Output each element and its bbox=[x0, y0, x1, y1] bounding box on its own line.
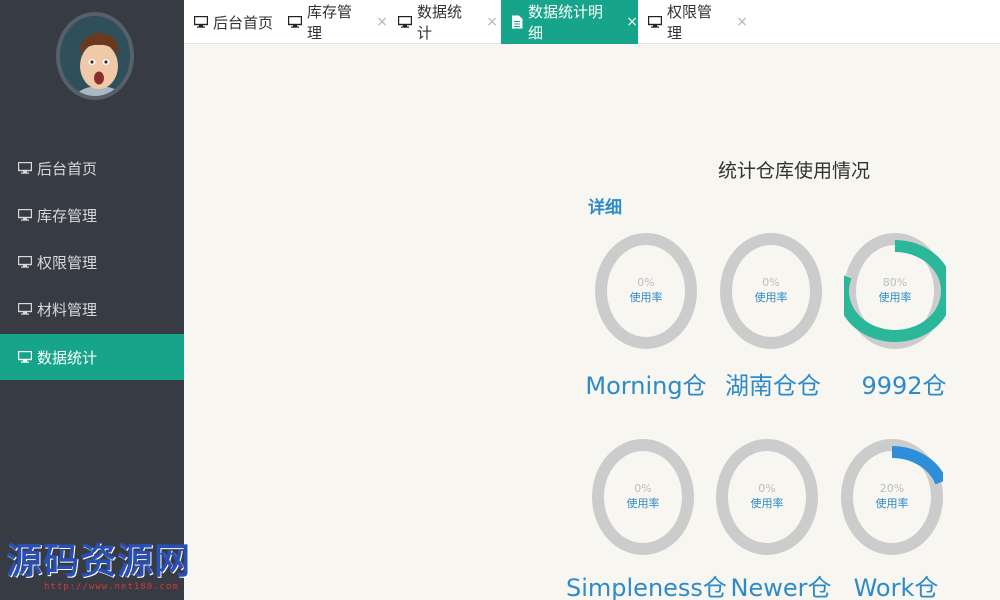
usage-label: 使用率 bbox=[878, 291, 912, 304]
usage-percent: 80% bbox=[882, 276, 908, 289]
tab-label: 数据统计 bbox=[417, 3, 463, 42]
sidebar-item-materials[interactable]: 材料管理 bbox=[0, 286, 184, 332]
tab-inventory[interactable]: 库存管理 × bbox=[278, 0, 388, 44]
close-icon[interactable]: × bbox=[626, 14, 638, 30]
page-title: 统计仓库使用情况 bbox=[718, 160, 871, 182]
warehouse-name: 9992仓 bbox=[861, 372, 947, 400]
usage-label: 使用率 bbox=[626, 497, 660, 510]
sidebar-item-label: 数据统计 bbox=[37, 348, 98, 367]
sidebar-item-label: 库存管理 bbox=[37, 206, 98, 225]
gauge-hunan: 0% 使用率 bbox=[720, 232, 822, 350]
watermark-url: http://www.net188.com bbox=[44, 582, 179, 592]
monitor-icon bbox=[648, 16, 662, 28]
warehouse-name: Newer仓 bbox=[730, 574, 832, 600]
sidebar-item-label: 后台首页 bbox=[37, 159, 98, 178]
avatar[interactable] bbox=[56, 12, 134, 100]
detail-link[interactable]: 详细 bbox=[588, 193, 622, 218]
document-icon bbox=[511, 15, 523, 29]
close-icon[interactable]: × bbox=[486, 14, 498, 30]
tab-label: 数据统计明细 bbox=[528, 3, 604, 42]
tab-permissions[interactable]: 权限管理 × bbox=[638, 0, 748, 44]
warehouse-name: 湖南仓仓 bbox=[725, 372, 821, 400]
monitor-icon bbox=[18, 351, 32, 363]
sidebar-item-inventory[interactable]: 库存管理 bbox=[0, 192, 184, 238]
sidebar-item-label: 权限管理 bbox=[37, 253, 98, 272]
tab-label: 后台首页 bbox=[213, 13, 274, 32]
sidebar-item-statistics[interactable]: 数据统计 bbox=[0, 334, 184, 380]
tab-statistics-detail[interactable]: 数据统计明细 × bbox=[501, 0, 638, 44]
monitor-icon bbox=[18, 209, 32, 221]
close-icon[interactable]: × bbox=[736, 14, 748, 30]
usage-percent: 0% bbox=[634, 482, 652, 495]
usage-label: 使用率 bbox=[750, 497, 784, 510]
tab-label: 权限管理 bbox=[667, 3, 713, 42]
avatar-image bbox=[60, 16, 130, 96]
monitor-icon bbox=[18, 162, 32, 174]
monitor-icon bbox=[18, 303, 32, 315]
gauge-morning: 0% 使用率 bbox=[595, 232, 697, 350]
gauge-newer: 0% 使用率 bbox=[716, 438, 818, 556]
gauge-9992: 80% 使用率 bbox=[844, 232, 946, 350]
warehouse-name: Work仓 bbox=[853, 574, 939, 600]
monitor-icon bbox=[18, 256, 32, 268]
tab-home[interactable]: 后台首页 bbox=[184, 0, 278, 44]
usage-percent: 0% bbox=[762, 276, 780, 289]
usage-label: 使用率 bbox=[875, 497, 909, 510]
monitor-icon bbox=[194, 16, 208, 28]
usage-label: 使用率 bbox=[629, 291, 663, 304]
usage-percent: 0% bbox=[758, 482, 776, 495]
monitor-icon bbox=[288, 16, 302, 28]
sidebar-item-permissions[interactable]: 权限管理 bbox=[0, 239, 184, 285]
watermark-text: 源码资源网 bbox=[6, 541, 192, 582]
tab-statistics[interactable]: 数据统计 × bbox=[388, 0, 498, 44]
sidebar-item-label: 材料管理 bbox=[37, 300, 98, 319]
gauge-simpleness: 0% 使用率 bbox=[592, 438, 694, 556]
sidebar-item-home[interactable]: 后台首页 bbox=[0, 145, 184, 191]
tab-label: 库存管理 bbox=[307, 3, 353, 42]
usage-percent: 20% bbox=[879, 482, 905, 495]
usage-percent: 0% bbox=[637, 276, 655, 289]
monitor-icon bbox=[398, 16, 412, 28]
close-icon[interactable]: × bbox=[376, 14, 388, 30]
sidebar: 后台首页 库存管理 权限管理 材料管理 数据统计 bbox=[0, 0, 184, 600]
gauge-work: 20% 使用率 bbox=[841, 438, 943, 556]
tab-bar: 后台首页 库存管理 × 数据统计 × 数据统计明细 × 权限管理 × bbox=[184, 0, 1000, 44]
usage-label: 使用率 bbox=[754, 291, 788, 304]
warehouse-name: Morning仓 bbox=[585, 372, 707, 400]
warehouse-name: Simpleness仓 bbox=[566, 574, 727, 600]
